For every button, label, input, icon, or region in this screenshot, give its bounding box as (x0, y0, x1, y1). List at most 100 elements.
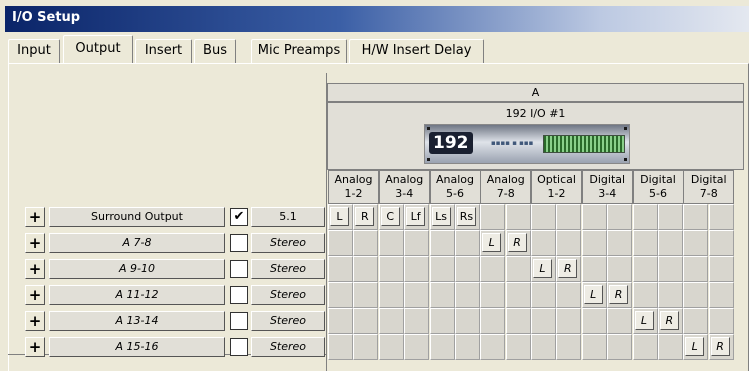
grid-cell[interactable] (353, 256, 379, 282)
grid-cell[interactable] (556, 204, 582, 230)
grid-cell[interactable] (353, 334, 379, 360)
grid-cell[interactable] (607, 230, 633, 256)
grid-cell[interactable] (404, 334, 430, 360)
active-checkbox[interactable] (230, 312, 248, 330)
grid-cell[interactable] (378, 282, 404, 308)
grid-cell[interactable] (454, 334, 480, 360)
grid-cell[interactable] (378, 230, 404, 256)
grid-cell[interactable] (404, 230, 430, 256)
grid-cell[interactable] (683, 256, 709, 282)
grid-cell[interactable] (531, 308, 556, 334)
active-checkbox[interactable] (230, 260, 248, 278)
tab-input[interactable]: Input (8, 39, 60, 63)
grid-cell[interactable] (657, 282, 683, 308)
output-name[interactable]: Surround Output (49, 207, 225, 227)
tab-mic-preamps[interactable]: Mic Preamps (251, 39, 347, 63)
channel-assignment[interactable]: R (507, 233, 527, 252)
grid-cell[interactable] (632, 282, 658, 308)
channel-assignment[interactable]: Ls (431, 207, 451, 226)
grid-cell[interactable] (378, 308, 404, 334)
channel-assignment[interactable]: R (558, 259, 578, 278)
channel-assignment[interactable]: C (380, 207, 400, 226)
channel-assignment[interactable]: R (355, 207, 375, 226)
grid-cell[interactable] (708, 282, 734, 308)
tab-hw-insert-delay[interactable]: H/W Insert Delay (349, 39, 484, 63)
channel-assignment[interactable]: R (659, 311, 679, 330)
grid-cell[interactable] (429, 256, 455, 282)
grid-cell[interactable] (607, 204, 633, 230)
grid-cell[interactable] (328, 230, 353, 256)
grid-cell[interactable] (683, 308, 709, 334)
channel-assignment[interactable]: L (685, 337, 705, 356)
grid-cell[interactable] (454, 308, 480, 334)
grid-cell[interactable] (531, 334, 556, 360)
grid-cell[interactable] (480, 204, 506, 230)
grid-cell[interactable] (505, 282, 531, 308)
grid-cell[interactable] (328, 308, 353, 334)
active-checkbox[interactable] (230, 234, 248, 252)
tab-output[interactable]: Output (63, 35, 133, 63)
grid-cell[interactable] (505, 334, 531, 360)
grid-cell[interactable] (708, 308, 734, 334)
grid-cell[interactable] (632, 230, 658, 256)
active-checkbox[interactable] (230, 286, 248, 304)
output-name[interactable]: A 9-10 (49, 259, 225, 279)
grid-cell[interactable] (556, 334, 582, 360)
grid-cell[interactable] (531, 204, 556, 230)
grid-cell[interactable] (556, 230, 582, 256)
grid-cell[interactable] (454, 256, 480, 282)
expand-button[interactable]: + (25, 233, 45, 253)
grid-cell[interactable] (632, 204, 658, 230)
grid-cell[interactable] (454, 230, 480, 256)
output-name[interactable]: A 13-14 (49, 311, 225, 331)
channel-assignment[interactable]: L (583, 285, 603, 304)
active-checkbox[interactable] (230, 338, 248, 356)
grid-cell[interactable] (607, 256, 633, 282)
grid-cell[interactable] (505, 204, 531, 230)
grid-cell[interactable] (683, 204, 709, 230)
format-selector[interactable]: 5.1 (251, 207, 325, 227)
title-bar[interactable]: I/O Setup (5, 6, 749, 32)
expand-button[interactable]: + (25, 337, 45, 357)
grid-cell[interactable] (404, 256, 430, 282)
grid-cell[interactable] (556, 282, 582, 308)
grid-cell[interactable] (581, 204, 607, 230)
expand-button[interactable]: + (25, 311, 45, 331)
channel-assignment[interactable]: L (634, 311, 654, 330)
grid-cell[interactable] (708, 204, 734, 230)
format-selector[interactable]: Stereo (251, 259, 325, 279)
output-name[interactable]: A 7-8 (49, 233, 225, 253)
output-name[interactable]: A 11-12 (49, 285, 225, 305)
grid-cell[interactable] (480, 282, 506, 308)
grid-cell[interactable] (404, 308, 430, 334)
grid-cell[interactable] (632, 256, 658, 282)
grid-cell[interactable] (505, 256, 531, 282)
output-name[interactable]: A 15-16 (49, 337, 225, 357)
grid-cell[interactable] (531, 230, 556, 256)
grid-cell[interactable] (657, 230, 683, 256)
channel-assignment[interactable]: L (330, 207, 349, 226)
grid-cell[interactable] (378, 256, 404, 282)
grid-cell[interactable] (708, 256, 734, 282)
grid-cell[interactable] (581, 308, 607, 334)
grid-cell[interactable] (505, 308, 531, 334)
channel-assignment[interactable]: R (710, 337, 730, 356)
grid-cell[interactable] (581, 256, 607, 282)
grid-cell[interactable] (328, 334, 353, 360)
grid-cell[interactable] (328, 282, 353, 308)
active-checkbox[interactable]: ✔ (230, 208, 248, 226)
format-selector[interactable]: Stereo (251, 285, 325, 305)
grid-cell[interactable] (429, 282, 455, 308)
grid-cell[interactable] (429, 334, 455, 360)
grid-cell[interactable] (480, 256, 506, 282)
expand-button[interactable]: + (25, 207, 45, 227)
grid-cell[interactable] (607, 308, 633, 334)
grid-cell[interactable] (683, 230, 709, 256)
tab-bus[interactable]: Bus (194, 39, 236, 63)
grid-cell[interactable] (683, 282, 709, 308)
grid-cell[interactable] (556, 308, 582, 334)
grid-cell[interactable] (404, 282, 430, 308)
grid-cell[interactable] (353, 230, 379, 256)
grid-cell[interactable] (581, 334, 607, 360)
tab-insert[interactable]: Insert (135, 39, 192, 63)
